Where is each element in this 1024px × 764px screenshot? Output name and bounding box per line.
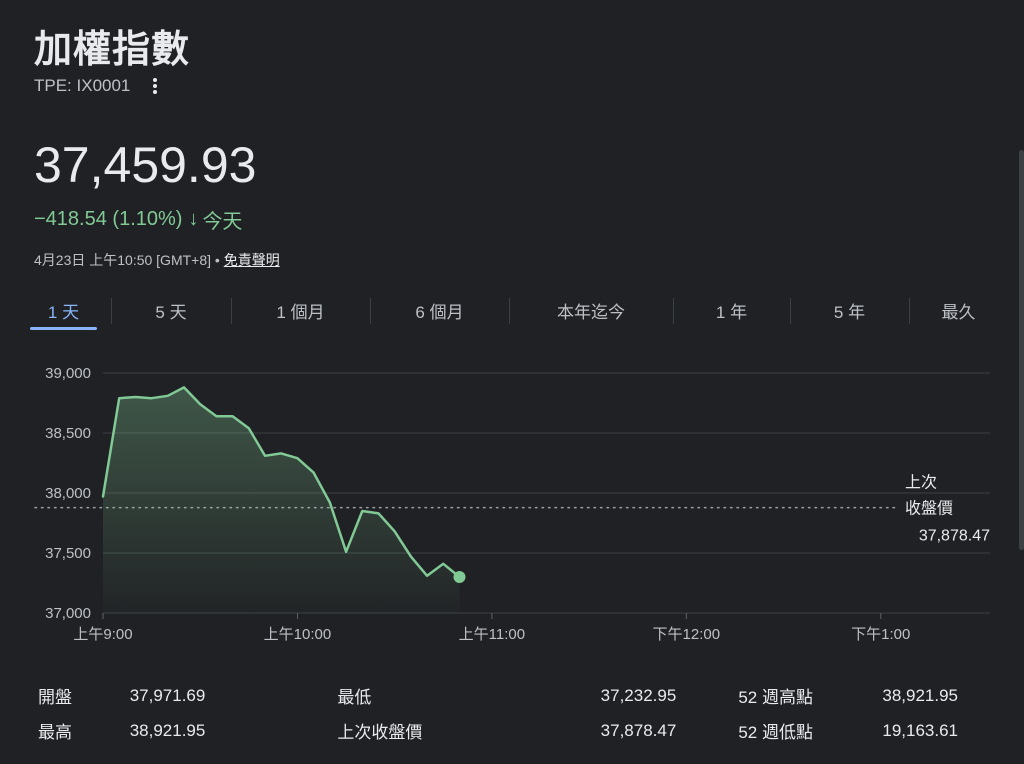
change-value: −418.54 (1.10%) [34,208,183,230]
range-tabs: 1 天5 天1 個月 6 個月 本年迄今 1 年5 年最久 [16,292,1008,330]
change-period: 今天 [202,211,243,233]
stat-value: 38,921.95 [129,720,206,740]
stat-label: 最低 [337,688,372,707]
x-tick-label: 下午12:00 [653,626,721,643]
tab-range-7[interactable]: 最久 [909,292,1008,328]
stats-row: 開盤 37,971.69 最低 37,232.95 52 週高點 38,921.95 [38,678,958,713]
previous-close-value: 37,878.47 [919,528,990,545]
x-tick-label: 下午1:00 [851,626,910,643]
timestamp-text: 4月23日 上午10:50 [GMT+8] [34,252,212,268]
scrollbar[interactable] [1019,150,1024,550]
stat-value: 37,232.95 [600,685,677,705]
x-tick-label: 上午9:00 [73,626,132,643]
stat-label: 52 週低點 [738,723,813,742]
y-tick-label: 39,000 [45,365,91,382]
tab-range-6[interactable]: 5 年 [790,292,909,328]
tab-range-1[interactable]: 5 天 [111,292,231,328]
current-price: 37,459.93 [34,137,257,193]
ticker-label: TPE: IX0001 [34,76,131,95]
tab-range-0[interactable]: 1 天 [16,292,111,330]
price-chart: 37,000 37,500 38,000 38,500 39,000 上午9:00 上午10… [34,365,990,643]
stat-value: 37,878.47 [600,720,677,740]
stat-label: 最高 [38,723,72,742]
tab-range-3[interactable]: 6 個月 [370,292,509,328]
disclaimer-link[interactable]: 免責聲明 [224,252,280,268]
page-title: 加權指數 [34,27,191,71]
tab-range-2[interactable]: 1 個月 [231,292,370,328]
latest-point-marker [453,571,466,583]
x-tick-label: 上午10:00 [264,626,332,643]
more-vert-icon[interactable] [148,76,162,96]
stat-value: 37,971.69 [129,685,206,705]
stats-table: 開盤 37,971.69 最低 37,232.95 52 週高點 38,921.95 最高 3… [38,678,958,748]
stat-label: 52 週高點 [738,688,813,707]
tab-range-4[interactable]: 本年迄今 [509,292,673,328]
arrow-down-icon: ↓ [188,208,199,230]
timestamp: 4月23日 上午10:50 [GMT+8] • 免責聲明 [34,250,280,270]
stat-label: 上次收盤價 [337,723,423,742]
stat-value: 38,921.95 [882,685,958,705]
tab-range-5[interactable]: 1 年 [673,292,790,328]
price-change: −418.54 (1.10%) ↓ 今天 [34,205,242,234]
x-tick-label: 上午11:00 [459,626,525,643]
previous-close-label: 收盤價 [905,500,953,518]
y-tick-label: 38,500 [45,425,91,442]
stats-row: 最高 38,921.95 上次收盤價 37,878.47 52 週低點 19,163.61 [38,713,958,748]
stat-label: 開盤 [38,688,72,707]
previous-close-label: 上次 [905,474,937,492]
ticker-symbol: TPE: IX0001 [34,76,162,96]
timestamp-separator: • [214,252,220,268]
stat-value: 19,163.61 [882,720,958,740]
y-tick-label: 38,000 [45,485,91,502]
series-area [103,387,460,613]
y-tick-label: 37,000 [45,605,91,622]
y-tick-label: 37,500 [45,545,91,562]
